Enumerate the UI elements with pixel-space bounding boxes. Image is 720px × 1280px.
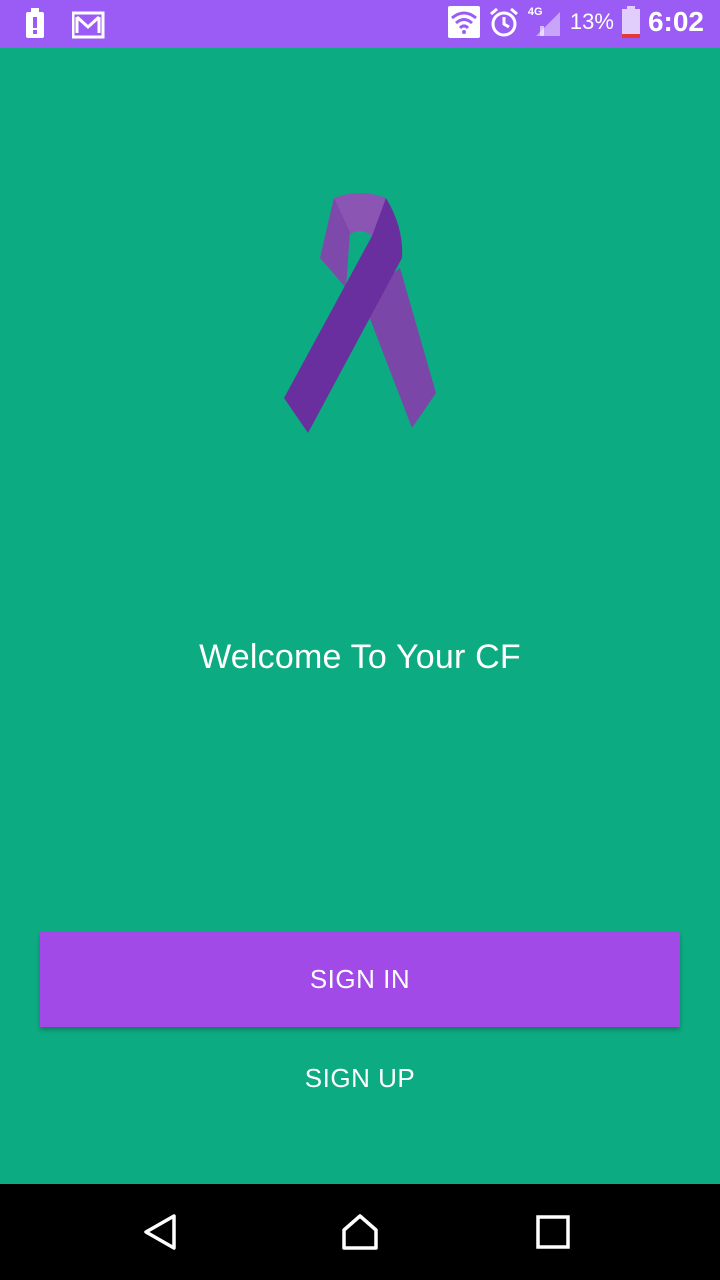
home-icon[interactable] bbox=[340, 1212, 380, 1252]
battery-percent: 13% bbox=[569, 9, 614, 34]
gmail-icon bbox=[72, 11, 105, 39]
clock: 6:02 bbox=[647, 6, 704, 37]
status-bar: 4G 13% 6:02 bbox=[0, 0, 720, 48]
signal-icon: 4G bbox=[528, 6, 562, 38]
welcome-screen: Welcome To Your CF SIGN IN SIGN UP bbox=[0, 48, 720, 1184]
awareness-ribbon-icon bbox=[284, 193, 436, 433]
battery-icon bbox=[621, 6, 640, 38]
system-icons: 4G 13% 6:02 bbox=[447, 6, 704, 38]
battery-alert-icon bbox=[26, 8, 44, 38]
navigation-bar bbox=[0, 1184, 720, 1280]
wifi-icon bbox=[447, 6, 480, 38]
sign-up-button[interactable]: SIGN UP bbox=[260, 1053, 460, 1103]
sign-in-button[interactable]: SIGN IN bbox=[40, 932, 680, 1027]
back-icon[interactable] bbox=[140, 1212, 180, 1252]
welcome-title: Welcome To Your CF bbox=[199, 638, 521, 676]
alarm-icon bbox=[489, 7, 518, 37]
notification-icons bbox=[24, 8, 108, 40]
recents-icon[interactable] bbox=[533, 1212, 573, 1252]
